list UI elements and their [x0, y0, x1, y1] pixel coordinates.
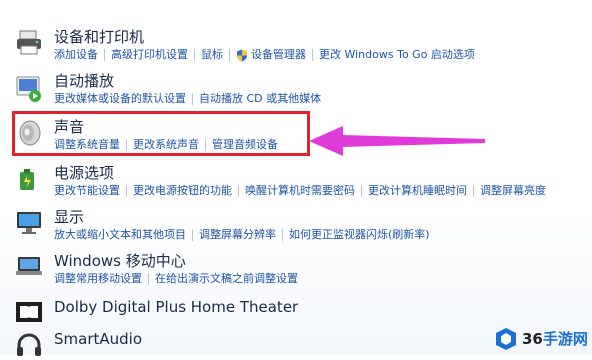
section-mobility-center: Windows 移动中心 调整常用移动设置 在给出演示文稿之前调整设置 — [0, 250, 592, 294]
autoplay-icon — [16, 76, 41, 102]
screen-resolution-link[interactable]: 调整屏幕分辨率 — [192, 229, 282, 241]
mobility-center-icon — [16, 257, 42, 275]
change-media-defaults-link[interactable]: 更改媒体或设备的默认设置 — [54, 93, 192, 105]
section-links: 更改节能设置 更改电源按钮的功能 唤醒计算机时需要密码 更改计算机睡眠时间 调整… — [54, 183, 552, 199]
section-power: 电源选项 更改节能设置 更改电源按钮的功能 唤醒计算机时需要密码 更改计算机睡眠… — [0, 162, 592, 206]
monitor-icon — [17, 212, 41, 234]
section-devices-printers: 设备和打印机 添加设备 高级打印机设置 鼠标 设备管理器 更改 Windows … — [0, 26, 592, 70]
autoplay-cd-link[interactable]: 自动播放 CD 或其他媒体 — [192, 93, 327, 105]
device-manager-link[interactable]: 设备管理器 — [229, 48, 312, 62]
section-links: 添加设备 高级打印机设置 鼠标 设备管理器 更改 Windows To Go 启… — [54, 47, 481, 63]
section-title[interactable]: 自动播放 — [54, 70, 114, 91]
headphones-icon — [17, 333, 41, 356]
section-title[interactable]: 设备和打印机 — [54, 26, 144, 47]
refresh-rate-link[interactable]: 如何更正监视器闪烁(刷新率) — [282, 229, 436, 241]
section-display: 显示 放大或缩小文本和其他项目 调整屏幕分辨率 如何更正监视器闪烁(刷新率) — [0, 206, 592, 250]
section-links: 放大或缩小文本和其他项目 调整屏幕分辨率 如何更正监视器闪烁(刷新率) — [54, 227, 436, 243]
section-title[interactable]: Windows 移动中心 — [54, 250, 186, 271]
device-manager-label: 设备管理器 — [251, 48, 306, 61]
change-power-saving-link[interactable]: 更改节能设置 — [54, 185, 126, 197]
site-watermark: 36手游网 — [494, 322, 592, 355]
printer-icon — [17, 30, 41, 55]
wake-password-link[interactable]: 唤醒计算机时需要密码 — [238, 185, 361, 197]
screen-brightness-link[interactable]: 调整屏幕亮度 — [473, 185, 552, 197]
section-dolby: Dolby Digital Plus Home Theater — [0, 294, 592, 324]
zoom-text-link[interactable]: 放大或缩小文本和其他项目 — [54, 229, 192, 241]
section-title[interactable]: 电源选项 — [54, 162, 114, 183]
section-links: 更改媒体或设备的默认设置 自动播放 CD 或其他媒体 — [54, 91, 327, 107]
watermark-text: 36手游网 — [522, 328, 588, 349]
section-autoplay: 自动播放 更改媒体或设备的默认设置 自动播放 CD 或其他媒体 — [0, 70, 592, 114]
add-device-link[interactable]: 添加设备 — [54, 49, 104, 61]
highlight-box — [12, 111, 310, 156]
dolby-icon — [16, 302, 42, 322]
advanced-printer-settings-link[interactable]: 高级打印机设置 — [104, 49, 194, 61]
power-button-function-link[interactable]: 更改电源按钮的功能 — [126, 185, 238, 197]
windows-to-go-link[interactable]: 更改 Windows To Go 启动选项 — [312, 49, 481, 61]
watermark-logo-icon — [496, 327, 516, 350]
common-mobility-settings-link[interactable]: 调整常用移动设置 — [54, 273, 148, 285]
presentation-settings-link[interactable]: 在给出演示文稿之前调整设置 — [148, 273, 304, 285]
shield-icon — [237, 49, 247, 61]
section-title[interactable]: 显示 — [54, 206, 84, 227]
mouse-link[interactable]: 鼠标 — [194, 49, 229, 61]
watermark-number: 36 — [522, 330, 543, 348]
section-title[interactable]: Dolby Digital Plus Home Theater — [54, 298, 298, 316]
power-icon — [20, 169, 34, 190]
sleep-time-link[interactable]: 更改计算机睡眠时间 — [361, 185, 473, 197]
section-links: 调整常用移动设置 在给出演示文稿之前调整设置 — [54, 271, 304, 287]
pointer-arrow-icon — [309, 126, 485, 156]
section-title[interactable]: SmartAudio — [54, 330, 142, 348]
watermark-suffix: 手游网 — [542, 330, 588, 348]
